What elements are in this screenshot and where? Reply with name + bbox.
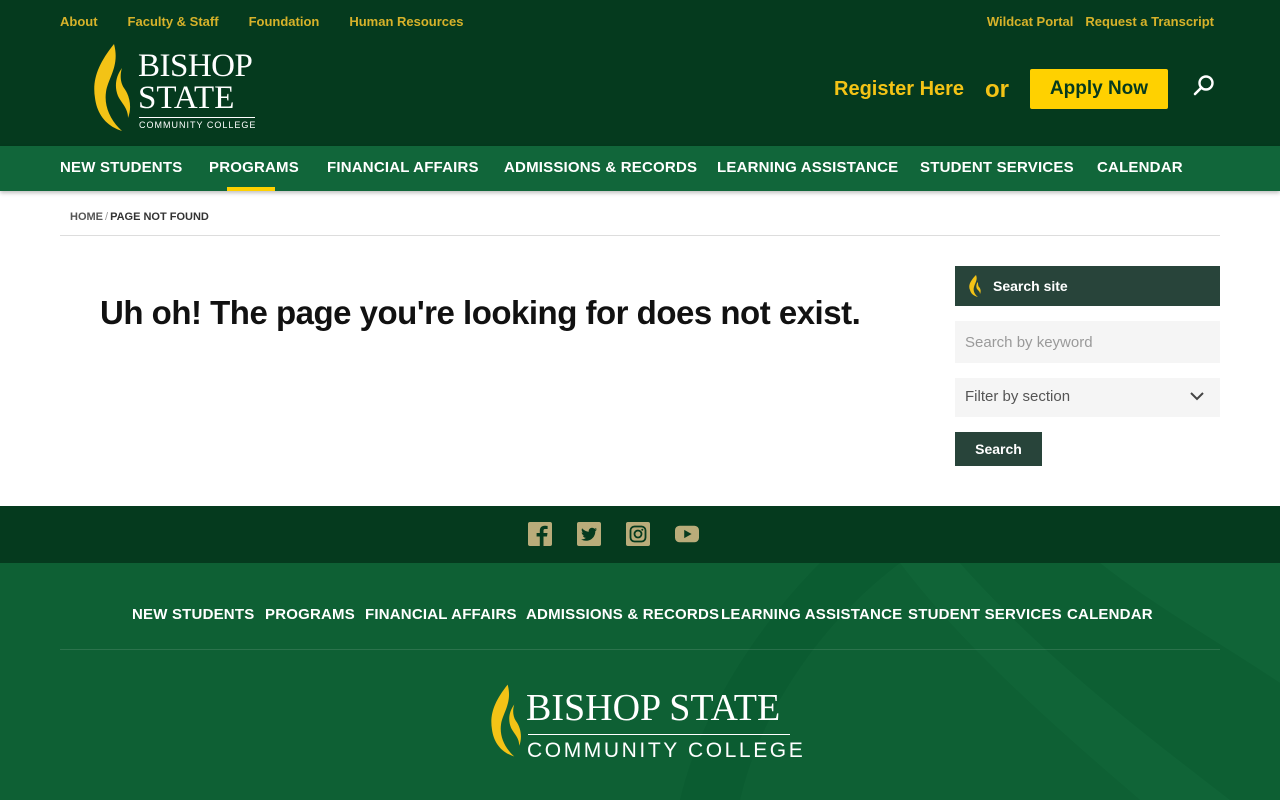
nav-student-services[interactable]: STUDENT SERVICES — [920, 159, 1074, 176]
breadcrumb: HOME / PAGE NOT FOUND — [70, 211, 209, 223]
logo-text-bishop: BISHOP — [138, 48, 253, 84]
utility-link-wildcat-portal[interactable]: Wildcat Portal — [987, 14, 1074, 29]
sidebar-search-header: Search site — [955, 266, 1220, 306]
site-header: About Faculty & Staff Foundation Human R… — [0, 0, 1280, 146]
section-filter-label: Filter by section — [965, 388, 1071, 405]
footer-nav-learning-assistance[interactable]: LEARNING ASSISTANCE — [721, 606, 902, 623]
instagram-icon[interactable] — [626, 522, 650, 546]
footer-nav-programs[interactable]: PROGRAMS — [265, 606, 355, 623]
nav-programs[interactable]: PROGRAMS — [209, 159, 299, 176]
search-icon[interactable] — [1192, 74, 1216, 98]
social-bar — [0, 506, 1280, 563]
footer-divider — [60, 649, 1220, 650]
footer-logo-main: BISHOP STATE — [526, 687, 781, 729]
utility-nav-right: Wildcat Portal Request a Transcript — [987, 14, 1214, 29]
site-footer: NEW STUDENTS PROGRAMS FINANCIAL AFFAIRS … — [0, 563, 1280, 800]
logo-divider — [139, 117, 255, 118]
sidebar-search-title: Search site — [993, 278, 1068, 294]
utility-link-foundation[interactable]: Foundation — [249, 14, 320, 29]
main-nav: NEW STUDENTS PROGRAMS FINANCIAL AFFAIRS … — [0, 146, 1280, 191]
utility-link-request-transcript[interactable]: Request a Transcript — [1085, 14, 1214, 29]
footer-nav-new-students[interactable]: NEW STUDENTS — [132, 606, 254, 623]
logo-text-state: STATE — [138, 80, 235, 116]
twitter-icon[interactable] — [577, 522, 601, 546]
site-logo[interactable]: BISHOP STATE COMMUNITY COLLEGE — [92, 42, 262, 134]
utility-link-faculty-staff[interactable]: Faculty & Staff — [128, 14, 219, 29]
nav-financial-affairs[interactable]: FINANCIAL AFFAIRS — [327, 159, 479, 176]
breadcrumb-current: PAGE NOT FOUND — [110, 211, 209, 223]
chevron-down-icon — [1190, 392, 1204, 401]
flame-logo-icon — [94, 44, 131, 131]
register-here-link[interactable]: Register Here — [834, 78, 964, 101]
utility-link-human-resources[interactable]: Human Resources — [349, 14, 463, 29]
footer-logo-sub: COMMUNITY COLLEGE — [527, 739, 806, 762]
footer-nav-financial-affairs[interactable]: FINANCIAL AFFAIRS — [365, 606, 517, 623]
footer-nav-student-services[interactable]: STUDENT SERVICES — [908, 606, 1062, 623]
apply-now-button[interactable]: Apply Now — [1030, 69, 1168, 109]
logo-subline: COMMUNITY COLLEGE — [139, 120, 257, 130]
page-title: Uh oh! The page you're looking for does … — [100, 294, 861, 331]
youtube-icon[interactable] — [675, 522, 699, 546]
nav-calendar[interactable]: CALENDAR — [1097, 159, 1183, 176]
section-filter-select[interactable]: Filter by section — [955, 378, 1220, 417]
utility-nav-left: About Faculty & Staff Foundation Human R… — [60, 14, 463, 29]
footer-logo-divider — [528, 734, 790, 735]
nav-new-students[interactable]: NEW STUDENTS — [60, 159, 182, 176]
nav-active-indicator — [227, 187, 275, 191]
breadcrumb-divider — [60, 235, 1220, 236]
footer-logo[interactable]: BISHOP STATE COMMUNITY COLLEGE — [488, 683, 803, 763]
search-button[interactable]: Search — [955, 432, 1042, 466]
or-text: or — [985, 76, 1009, 103]
breadcrumb-separator: / — [105, 211, 109, 223]
footer-nav-admissions-records[interactable]: ADMISSIONS & RECORDS — [526, 606, 719, 623]
footer-nav-calendar[interactable]: CALENDAR — [1067, 606, 1153, 623]
search-input[interactable] — [955, 321, 1220, 363]
footer-background-swoosh — [680, 563, 1280, 800]
flame-icon — [969, 275, 981, 297]
facebook-icon[interactable] — [528, 522, 552, 546]
flame-logo-icon — [491, 684, 521, 757]
nav-learning-assistance[interactable]: LEARNING ASSISTANCE — [717, 159, 898, 176]
utility-link-about[interactable]: About — [60, 14, 98, 29]
nav-admissions-records[interactable]: ADMISSIONS & RECORDS — [504, 159, 697, 176]
breadcrumb-home[interactable]: HOME — [70, 211, 103, 223]
